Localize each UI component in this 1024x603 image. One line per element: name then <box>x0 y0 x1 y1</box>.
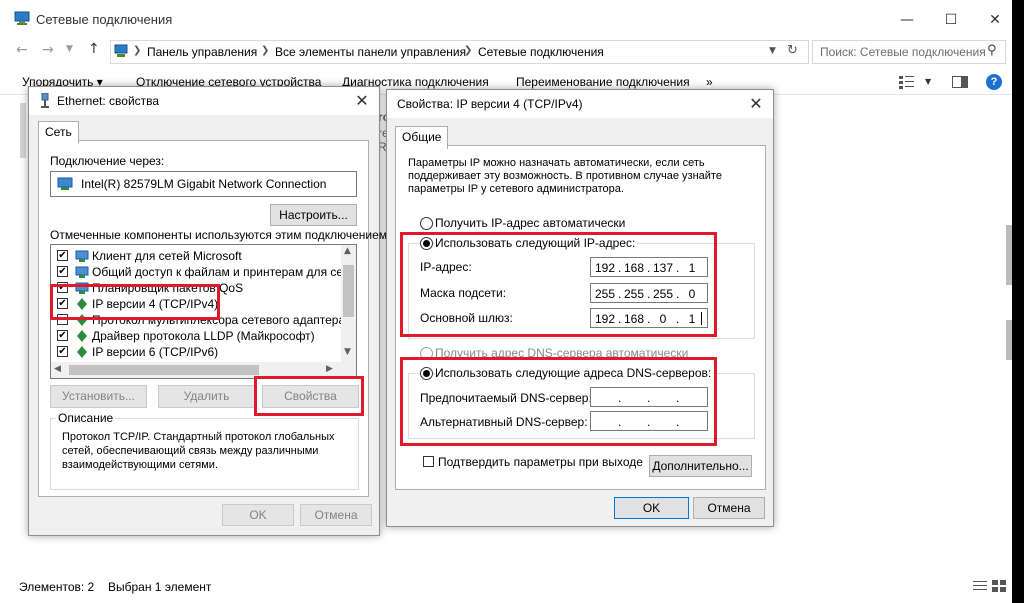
cancel-button[interactable]: Отмена <box>300 504 372 526</box>
adapter-field: Intel(R) 82579LM Gigabit Network Connect… <box>50 171 357 197</box>
help-icon[interactable]: ? <box>986 74 1002 90</box>
highlight-properties-button <box>254 376 364 416</box>
connect-via-label: Подключение через: <box>50 154 165 168</box>
validate-label[interactable]: Подтвердить параметры при выходе <box>438 455 643 469</box>
auto-ip-label[interactable]: Получить IP-адрес автоматически <box>435 216 625 230</box>
window-title: Сетевые подключения <box>36 12 173 27</box>
search-input[interactable]: Поиск: Сетевые подключения <box>820 45 986 59</box>
list-item-label: IP версии 6 (TCP/IPv6) <box>92 345 219 359</box>
details-view-icon[interactable] <box>973 580 987 592</box>
network-adapter-icon <box>39 92 51 109</box>
ok-button[interactable]: OK <box>222 504 294 526</box>
control-panel-icon <box>114 44 128 58</box>
scroll-right-icon[interactable]: ▶ <box>326 364 333 374</box>
highlight-ip-settings <box>400 232 717 337</box>
auto-ip-radio[interactable] <box>420 217 433 230</box>
list-item[interactable]: ✔ Общий доступ к файлам и принтерам для … <box>51 264 356 280</box>
back-arrow-icon[interactable]: ← <box>16 42 28 58</box>
components-label: Отмеченные компоненты используются этим … <box>50 228 391 242</box>
window-close-button[interactable]: ✕ <box>972 6 1012 32</box>
list-item-label: Клиент для сетей Microsoft <box>92 249 242 263</box>
forward-arrow-icon[interactable]: → <box>42 42 54 58</box>
validate-checkbox[interactable] <box>423 456 434 467</box>
intro-text: Параметры IP можно назначать автоматичес… <box>408 157 722 195</box>
refresh-icon[interactable]: ↻ <box>787 43 798 58</box>
chevron-right-icon: ❯ <box>464 45 473 56</box>
cancel-button[interactable]: Отмена <box>693 497 765 519</box>
protocol-icon <box>75 345 89 359</box>
list-item-label: Общий доступ к файлам и принтерам для се… <box>92 265 357 279</box>
checkbox[interactable]: ✔ <box>57 250 68 261</box>
scroll-left-icon[interactable]: ◀ <box>54 364 61 374</box>
vertical-scrollbar[interactable]: ▲ ▼ <box>341 245 356 362</box>
maximize-button[interactable]: ☐ <box>928 6 974 32</box>
list-item[interactable]: ✔ Драйвер протокола LLDP (Майкрософт) <box>51 328 341 344</box>
breadcrumb-item[interactable]: Панель управления <box>147 45 257 59</box>
list-item[interactable]: ✔ Клиент для сетей Microsoft <box>51 248 341 264</box>
chevron-right-icon: ❯ <box>261 45 270 56</box>
right-scroll-edge <box>1006 320 1012 360</box>
search-icon[interactable]: ⚲ <box>987 43 997 58</box>
configure-button[interactable]: Настроить... <box>270 204 357 226</box>
chevron-down-icon[interactable]: ▼ <box>925 77 931 86</box>
status-selected: Выбран 1 элемент <box>108 580 212 594</box>
breadcrumb-item[interactable]: Все элементы панели управления <box>275 45 466 59</box>
highlight-ipv4-item <box>50 284 220 320</box>
status-item-count: Элементов: 2 <box>19 580 95 594</box>
left-scroll-edge <box>20 103 26 158</box>
network-card-icon <box>57 177 73 191</box>
checkbox[interactable]: ✔ <box>57 330 68 341</box>
description-text: Протокол TCP/IP. Стандартный протокол гл… <box>62 431 335 471</box>
protocol-icon <box>75 329 89 343</box>
description-label: Описание <box>56 411 116 425</box>
screen: Сетевые подключения — ☐ ✕ ← → ▼ ↑ ❯ Пане… <box>0 0 1012 603</box>
address-bar[interactable]: ❯ Панель управления ❯ Все элементы панел… <box>110 40 809 64</box>
up-arrow-icon[interactable]: ↑ <box>88 41 100 57</box>
scroll-up-icon[interactable]: ▲ <box>344 246 351 256</box>
dialog-title: Свойства: IP версии 4 (TCP/IPv4) <box>397 97 583 111</box>
search-box[interactable]: Поиск: Сетевые подключения ⚲ <box>812 40 1006 64</box>
scrollbar-thumb[interactable] <box>343 265 354 317</box>
minimize-button[interactable]: — <box>884 6 930 32</box>
client-icon <box>75 249 89 263</box>
chevron-down-icon[interactable]: ▼ <box>66 44 73 54</box>
toolbar-more[interactable]: » <box>706 75 713 89</box>
install-button[interactable]: Установить... <box>50 385 147 408</box>
scrollbar-thumb[interactable] <box>69 365 259 375</box>
dialog-title: Ethernet: свойства <box>57 94 160 108</box>
service-icon <box>75 265 89 279</box>
tab-general[interactable]: Общие <box>395 126 449 149</box>
advanced-button[interactable]: Дополнительно... <box>649 455 752 477</box>
right-scroll-edge <box>1006 225 1012 285</box>
checkbox[interactable]: ✔ <box>57 266 68 277</box>
highlight-dns-settings <box>400 357 717 446</box>
view-options-icon[interactable] <box>899 75 915 89</box>
scroll-down-icon[interactable]: ▼ <box>344 347 351 357</box>
breadcrumb-item[interactable]: Сетевые подключения <box>478 45 604 59</box>
dialog-close-button[interactable]: ✕ <box>741 94 771 114</box>
dialog-close-button[interactable]: ✕ <box>347 91 377 111</box>
list-item[interactable]: ✔ IP версии 6 (TCP/IPv6) <box>51 344 341 360</box>
large-icons-view-icon[interactable] <box>992 580 1006 592</box>
checkbox[interactable]: ✔ <box>57 346 68 357</box>
list-item-label: Драйвер протокола LLDP (Майкрософт) <box>92 329 315 343</box>
preview-pane-icon[interactable] <box>952 76 968 88</box>
tab-network[interactable]: Сеть <box>38 121 79 143</box>
chevron-down-icon[interactable]: ▼ <box>769 46 776 56</box>
ok-button[interactable]: OK <box>614 497 689 519</box>
remove-button[interactable]: Удалить <box>158 385 255 408</box>
adapter-name: Intel(R) 82579LM Gigabit Network Connect… <box>81 177 327 191</box>
explorer-app-icon <box>14 11 30 25</box>
toolbar-rename[interactable]: Переименование подключения <box>516 75 690 89</box>
chevron-right-icon: ❯ <box>133 45 142 56</box>
